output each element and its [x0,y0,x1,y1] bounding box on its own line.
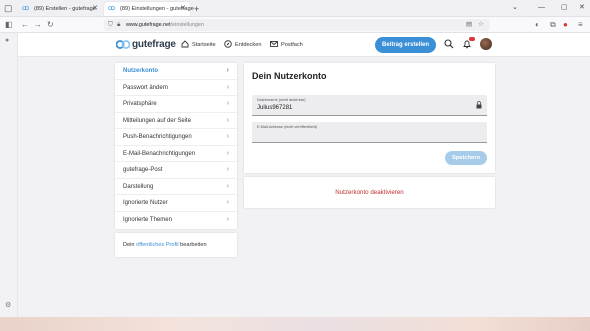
sidebar-item-label: Ignorierte Nutzer [123,200,168,206]
chevron-right-icon: › [226,149,229,157]
profile-prefix: Dein [123,242,135,248]
mail-icon [270,41,278,47]
desktop-wallpaper-strip [0,317,590,331]
tab-title: (89) Erstellen - gutefrage [34,6,96,12]
profile-suffix: bearbeiten [180,242,207,248]
notification-badge [469,37,475,41]
email-label: E-Mail-Adresse (nicht veröffentlicht) [257,125,318,129]
sidebar-item-label: gutefrage-Post [123,167,163,173]
sidebar-item-label: Privatsphäre [123,101,157,107]
maximize-icon[interactable]: ▢ [561,3,568,13]
deactivate-card: Nutzerkonto deaktivieren [244,177,495,208]
close-tab-icon[interactable]: ✕ [180,2,186,16]
account-card: Dein Nutzerkonto Nutzername (nicht änder… [244,63,495,173]
sidebar-item-label: E-Mail-Benachrichtigungen [123,150,196,157]
settings-gear-icon[interactable]: ⚙ [5,301,11,309]
username-label: Nutzername (nicht änderbar) [257,98,306,102]
site-header: gutefrage Startseite Entdecken Postfach … [18,33,590,57]
sidebar-item-ignorierte-nutzer[interactable]: Ignorierte Nutzer › [115,195,237,212]
sidebar-item-email[interactable]: E-Mail-Benachrichtigungen › [115,146,237,162]
url-domain: www.gutefrage.net [126,22,171,28]
sidebar-item-post[interactable]: gutefrage-Post › [115,162,237,179]
chevron-right-icon: › [226,83,229,91]
url-bar[interactable]: ⛉ 🔒︎ www.gutefrage.net/einstellungen ▤ ☆ [104,19,490,31]
extension-icon[interactable]: ◐ [535,20,540,30]
chevron-right-icon: › [226,215,229,223]
browser-tab-erstellen[interactable]: ꝏ (89) Erstellen - gutefrage ✕ [18,2,102,16]
sidebar-item-label: Ignorierte Themen [123,216,172,223]
forward-icon[interactable]: → [34,20,42,30]
browser-tab-einstellungen[interactable]: ꝏ (89) Einstellungen - gutefrage ✕ [104,2,194,16]
logo-mark-icon [116,40,130,49]
extensions-puzzle-icon[interactable]: ⧉ [550,20,556,30]
email-field[interactable]: E-Mail-Adresse (nicht veröffentlicht) [252,122,487,143]
reader-view-icon[interactable]: ▤ [466,20,472,30]
page-title: Dein Nutzerkonto [252,71,327,81]
nav-label: Entdecken [235,42,262,48]
sidebar-item-label: Darstellung [123,183,154,190]
nav-label: Postfach [281,42,303,48]
rail-item-icon[interactable]: ● [5,37,9,44]
sidebar-item-label: Push-Benachrichtigungen [123,134,192,140]
user-avatar[interactable] [480,38,492,50]
create-post-button[interactable]: Beitrag erstellen [375,37,436,53]
sidebar-item-passwort[interactable]: Passwort ändern › [115,80,237,96]
chevron-right-icon: › [226,100,229,107]
save-button[interactable]: Speichern [445,151,487,165]
username-value: Julius967281 [257,105,293,111]
minimize-icon[interactable]: — [538,3,545,13]
nav-startseite[interactable]: Startseite [181,40,216,50]
browser-nav-bar: ◧ ← → ↻ ⛉ 🔒︎ www.gutefrage.net/einstellu… [0,17,590,33]
nav-postfach[interactable]: Postfach [270,40,303,50]
close-tab-icon[interactable]: ✕ [92,2,98,16]
sidebar-item-label: Passwort ändern [123,84,169,91]
browser-sidebar-rail: ● [0,33,18,317]
public-profile-link[interactable]: öffentliches Profil [136,242,179,248]
gutefrage-favicon-icon: ꝏ [108,5,116,12]
home-icon [181,40,189,48]
menu-icon[interactable]: ≡ [578,20,583,30]
chevron-right-icon: › [226,199,229,206]
profile-edit-box: Dein öffentliches Profil bearbeiten [115,233,237,257]
shield-icon[interactable]: ⛉ [108,20,113,30]
sidebar-toggle-icon[interactable]: ◧ [5,20,13,30]
chevron-right-icon: › [226,133,229,140]
url-path: /einstellungen [170,22,204,28]
sidebar-item-darstellung[interactable]: Darstellung › [115,179,237,195]
sidebar-item-privatsphaere[interactable]: Privatsphäre › [115,96,237,113]
compass-icon [224,40,232,48]
settings-sidebar: Nutzerkonto › Passwort ändern › Privatsphä… [115,63,237,229]
back-icon[interactable]: ← [21,20,29,30]
url-text: www.gutefrage.net/einstellungen [126,19,204,31]
close-window-icon[interactable]: ✕ [579,3,585,13]
nav-entdecken[interactable]: Entdecken [224,40,261,50]
sidebar-item-ignorierte-themen[interactable]: Ignorierte Themen › [115,212,237,229]
sidebar-item-nutzerkonto[interactable]: Nutzerkonto › [115,63,237,80]
new-tab-icon[interactable]: + [194,2,199,16]
chevron-right-icon: › [226,67,229,74]
sidebar-item-label: Mitteilungen auf der Seite [123,117,192,124]
sidebar-item-push[interactable]: Push-Benachrichtigungen › [115,129,237,146]
addon-red-icon[interactable]: ● [563,20,568,30]
tab-overview-icon[interactable]: ▢ [4,3,14,13]
search-icon[interactable] [444,39,454,49]
sidebar-item-label: Nutzerkonto [123,68,158,74]
bookmark-star-icon[interactable]: ☆ [478,20,484,30]
username-field: Nutzername (nicht änderbar) Julius967281 [252,95,487,116]
chevron-right-icon: › [226,166,229,173]
tab-list-chevron-icon[interactable]: ⌄ [512,3,518,13]
lock-icon [476,101,482,109]
deactivate-account-link[interactable]: Nutzerkonto deaktivieren [244,177,495,208]
sidebar-item-mitteilungen[interactable]: Mitteilungen auf der Seite › [115,113,237,129]
chevron-right-icon: › [226,116,229,124]
browser-tab-bar: ▢ ꝏ (89) Erstellen - gutefrage ✕ ꝏ (89) … [0,0,590,17]
reload-icon[interactable]: ↻ [47,20,54,30]
chevron-right-icon: › [226,182,229,190]
lock-icon[interactable]: 🔒︎ [117,20,120,30]
nav-label: Startseite [192,42,216,48]
logo-text: gutefrage [132,39,176,50]
gutefrage-favicon-icon: ꝏ [22,5,30,12]
